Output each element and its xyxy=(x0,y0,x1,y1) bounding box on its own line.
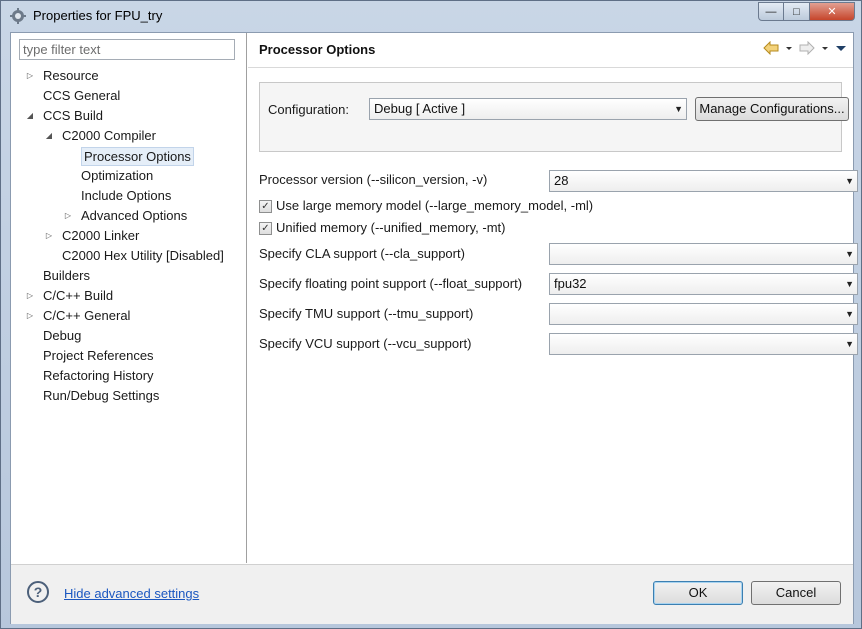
expanded-triangle-icon[interactable]: ◢ xyxy=(44,126,54,146)
collapsed-triangle-icon[interactable]: ▷ xyxy=(25,66,35,86)
tree-item[interactable]: C/C++ General xyxy=(43,306,130,326)
forward-arrow-icon[interactable] xyxy=(799,41,815,55)
hide-advanced-settings-link[interactable]: Hide advanced settings xyxy=(64,586,199,601)
tree-item-label: Include Options xyxy=(81,188,172,203)
chevron-down-icon: ▼ xyxy=(845,176,854,186)
tree-item-label: Advanced Options xyxy=(81,208,188,223)
tree-item[interactable]: C2000 Compiler xyxy=(62,126,156,146)
property-page: Processor Options Configuration: Debug [… xyxy=(248,33,858,563)
cancel-button[interactable]: Cancel xyxy=(751,581,841,605)
tree-item-label: Resource xyxy=(43,68,99,83)
tree-item-label: C/C++ General xyxy=(43,308,131,323)
tree-item-label: CCS Build xyxy=(43,108,103,123)
tree-item[interactable]: Resource xyxy=(43,66,99,86)
window-controls: — □ ✕ xyxy=(758,2,855,21)
back-arrow-icon[interactable] xyxy=(763,41,779,55)
collapsed-triangle-icon[interactable]: ▷ xyxy=(63,206,73,226)
tree-item[interactable]: CCS Build xyxy=(43,106,103,126)
unified-memory-checkbox[interactable]: ✓ xyxy=(259,221,272,235)
tree-item[interactable]: Run/Debug Settings xyxy=(43,386,159,406)
chevron-down-icon: ▼ xyxy=(845,279,854,289)
manage-configurations-button[interactable]: Manage Configurations... xyxy=(695,97,849,121)
processor-version-value: 28 xyxy=(554,173,569,188)
title-bar[interactable]: Properties for FPU_try — □ ✕ xyxy=(1,1,861,31)
processor-version-label: Processor version (--silicon_version, -v… xyxy=(259,172,488,187)
cla-support-label: Specify CLA support (--cla_support) xyxy=(259,246,465,261)
close-button[interactable]: ✕ xyxy=(810,2,855,21)
tree-item-label: Run/Debug Settings xyxy=(43,388,160,403)
tree-item-label: C2000 Hex Utility [Disabled] xyxy=(62,248,224,263)
header-divider xyxy=(248,67,853,68)
tree-item[interactable]: C2000 Hex Utility [Disabled] xyxy=(62,246,224,266)
chevron-down-icon: ▼ xyxy=(845,309,854,319)
tree-item-label: CCS General xyxy=(43,88,121,103)
expanded-triangle-icon[interactable]: ◢ xyxy=(25,106,35,126)
tree-item-label: C/C++ Build xyxy=(43,288,114,303)
processor-version-select[interactable]: 28 ▼ xyxy=(549,170,858,192)
page-title: Processor Options xyxy=(259,42,376,57)
configuration-group: Configuration: Debug [ Active ] ▼ Manage… xyxy=(259,82,849,152)
help-icon[interactable]: ? xyxy=(27,581,49,603)
large-memory-row[interactable]: ✓ Use large memory model (--large_memory… xyxy=(259,197,593,215)
tmu-support-label: Specify TMU support (--tmu_support) xyxy=(259,306,474,321)
tree-item[interactable]: CCS General xyxy=(43,86,120,106)
large-memory-checkbox[interactable]: ✓ xyxy=(259,199,272,213)
window-title: Properties for FPU_try xyxy=(33,8,163,23)
tree-item-label: C2000 Linker xyxy=(62,228,140,243)
tree-item[interactable]: Project References xyxy=(43,346,154,366)
eclipse-gear-icon xyxy=(10,8,26,24)
dialog-client-area: ▷ Resource CCS General ◢ CCS Build ◢ C2000 Com… xyxy=(10,32,858,624)
tree-item[interactable]: Optimization xyxy=(81,166,153,186)
unified-memory-row[interactable]: ✓ Unified memory (--unified_memory, -mt) xyxy=(259,219,505,237)
properties-window: Properties for FPU_try — □ ✕ ▷ Resource CC… xyxy=(0,0,862,629)
chevron-down-icon: ▼ xyxy=(674,104,683,114)
collapsed-triangle-icon[interactable]: ▷ xyxy=(25,286,35,306)
collapsed-triangle-icon[interactable]: ▷ xyxy=(44,226,54,246)
tree-item[interactable]: Builders xyxy=(43,266,90,286)
view-menu-icon[interactable] xyxy=(835,41,847,55)
configuration-select[interactable]: Debug [ Active ] ▼ xyxy=(369,98,687,120)
maximize-button[interactable]: □ xyxy=(784,2,810,21)
filter-input[interactable] xyxy=(19,39,235,60)
chevron-down-icon: ▼ xyxy=(845,339,854,349)
tree-item[interactable]: Debug xyxy=(43,326,81,346)
back-menu-chevron-icon[interactable] xyxy=(785,41,793,55)
vcu-support-select[interactable]: ▼ xyxy=(549,333,858,355)
forward-menu-chevron-icon[interactable] xyxy=(821,41,829,55)
large-memory-label: Use large memory model (--large_memory_m… xyxy=(276,198,594,213)
minimize-button[interactable]: — xyxy=(758,2,784,21)
ok-button[interactable]: OK xyxy=(653,581,743,605)
unified-memory-label: Unified memory (--unified_memory, -mt) xyxy=(276,220,506,235)
tree-item-label: Debug xyxy=(43,328,82,343)
float-support-label: Specify floating point support (--float_… xyxy=(259,276,523,291)
tree-item-label: Project References xyxy=(43,348,154,363)
tree-item[interactable]: C/C++ Build xyxy=(43,286,113,306)
tree-item-label: Builders xyxy=(43,268,90,283)
tree-item-label: Processor Options xyxy=(81,147,194,166)
float-support-select[interactable]: fpu32 ▼ xyxy=(549,273,858,295)
vcu-support-label: Specify VCU support (--vcu_support) xyxy=(259,336,472,351)
tree-item-label: Refactoring History xyxy=(43,368,154,383)
tree-item[interactable]: C2000 Linker xyxy=(62,226,139,246)
navigation-pane: ▷ Resource CCS General ◢ CCS Build ◢ C2000 Com… xyxy=(11,33,247,563)
cla-support-select[interactable]: ▼ xyxy=(549,243,858,265)
tree-item[interactable]: Refactoring History xyxy=(43,366,154,386)
tree-item-label: C2000 Compiler xyxy=(62,128,156,143)
collapsed-triangle-icon[interactable]: ▷ xyxy=(25,306,35,326)
chevron-down-icon: ▼ xyxy=(845,249,854,259)
button-bar: ? Hide advanced settings OK Cancel xyxy=(11,564,853,624)
page-nav-toolbar xyxy=(763,41,847,55)
tree-item[interactable]: Advanced Options xyxy=(81,206,187,226)
tmu-support-select[interactable]: ▼ xyxy=(549,303,858,325)
tree-item[interactable]: Processor Options xyxy=(81,146,194,166)
tree-item-label: Optimization xyxy=(81,168,154,183)
float-support-value: fpu32 xyxy=(554,276,587,291)
configuration-value: Debug [ Active ] xyxy=(374,101,466,116)
tree-item[interactable]: Include Options xyxy=(81,186,171,206)
configuration-label: Configuration: xyxy=(268,102,349,117)
